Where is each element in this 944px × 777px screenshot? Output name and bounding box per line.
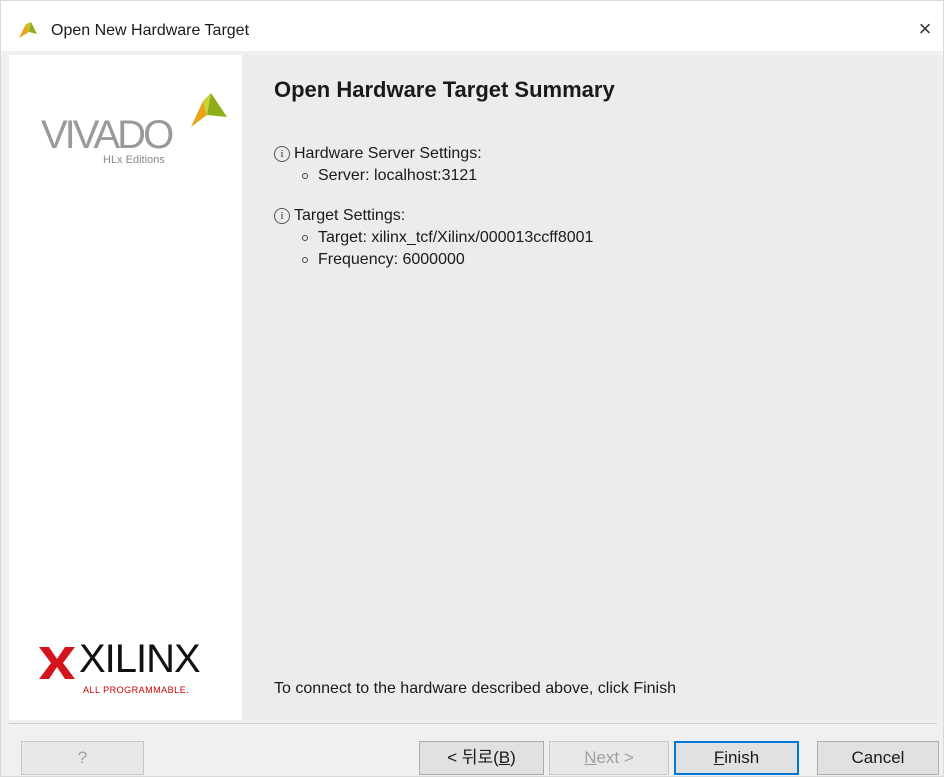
hardware-server-section: i Hardware Server Settings: Server: loca… <box>274 143 482 187</box>
divider <box>9 723 937 724</box>
bullet-icon <box>302 235 308 241</box>
sidebar: VIVADO HLx Editions XILINX ALL PROGRAMMA… <box>9 55 242 720</box>
help-button[interactable]: ? <box>21 741 144 775</box>
dialog-window: Open New Hardware Target × VIVADO HLx Ed… <box>0 0 944 777</box>
bullet-icon <box>302 173 308 179</box>
back-button[interactable]: < 뒤로(B) <box>419 741 544 775</box>
summary-panel: Open Hardware Target Summary i Hardware … <box>242 55 938 720</box>
server-setting: Server: localhost:3121 <box>318 167 478 184</box>
vivado-leaf-icon <box>191 93 227 127</box>
target-settings-section: i Target Settings: Target: xilinx_tcf/Xi… <box>274 205 593 271</box>
page-title: Open Hardware Target Summary <box>274 77 615 102</box>
list-item: Target: xilinx_tcf/Xilinx/000013ccff8001 <box>274 227 593 249</box>
vivado-wordmark: VIVADO <box>41 113 174 157</box>
vivado-edition: HLx Editions <box>103 154 165 166</box>
section-title: Target Settings: <box>294 207 406 224</box>
instruction-text: To connect to the hardware described abo… <box>274 680 676 697</box>
window-title: Open New Hardware Target <box>51 22 250 39</box>
info-icon: i <box>274 208 290 224</box>
frequency-setting: Frequency: 6000000 <box>318 251 465 268</box>
target-setting: Target: xilinx_tcf/Xilinx/000013ccff8001 <box>318 229 594 246</box>
close-button[interactable]: × <box>907 11 943 47</box>
close-icon: × <box>918 16 932 41</box>
cancel-button[interactable]: Cancel <box>817 741 939 775</box>
title-bar: Open New Hardware Target × <box>1 1 943 51</box>
list-item: Frequency: 6000000 <box>274 249 593 271</box>
xilinx-tagline: ALL PROGRAMMABLE. <box>83 685 190 695</box>
list-item: Server: localhost:3121 <box>274 165 482 187</box>
vivado-app-icon <box>19 22 37 38</box>
section-title: Hardware Server Settings: <box>294 145 482 162</box>
xilinx-wordmark: XILINX <box>79 637 201 681</box>
finish-button[interactable]: Finish <box>674 741 799 775</box>
xilinx-logo: XILINX ALL PROGRAMMABLE. <box>35 635 235 695</box>
xilinx-mark-icon <box>39 647 75 679</box>
info-icon: i <box>274 146 290 162</box>
bullet-icon <box>302 257 308 263</box>
next-button[interactable]: Next > <box>549 741 669 775</box>
vivado-logo: VIVADO HLx Editions <box>41 91 231 171</box>
